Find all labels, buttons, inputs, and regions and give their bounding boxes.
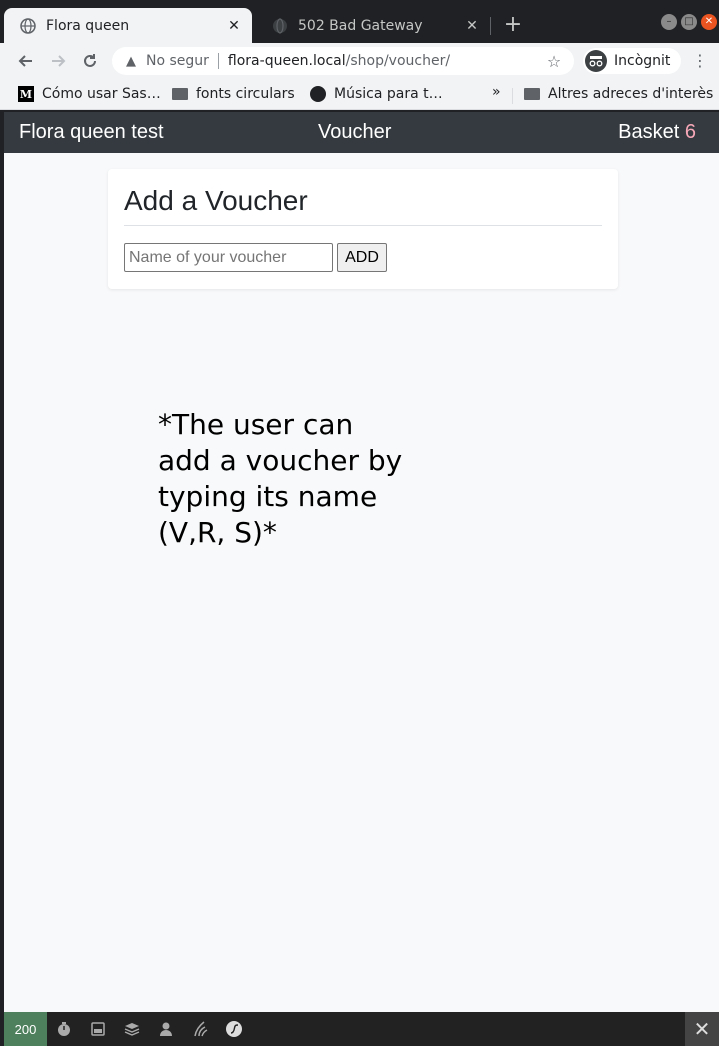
folder-icon xyxy=(172,86,188,102)
tab-flora-queen[interactable]: Flora queen ✕ xyxy=(4,8,252,43)
url-path: /shop/voucher/ xyxy=(345,53,451,69)
twig-icon[interactable] xyxy=(183,1012,217,1046)
profile-label: Incògnit xyxy=(614,53,671,69)
minimize-icon[interactable]: – xyxy=(661,14,677,30)
url-text[interactable]: flora-queen.local/shop/voucher/ xyxy=(228,53,544,69)
page-viewport: Flora queen test Voucher Basket 6 Add a … xyxy=(4,112,719,1012)
other-bookmarks-folder[interactable]: Altres adreces d'interès xyxy=(524,84,713,104)
bookmark-label: Altres adreces d'interès xyxy=(548,86,714,102)
tab-title: Flora queen xyxy=(46,17,130,34)
close-tab-icon[interactable]: ✕ xyxy=(464,18,480,34)
browser-toolbar: ▲ No segur flora-queen.local/shop/vouche… xyxy=(0,43,719,79)
status-code-badge[interactable]: 200 xyxy=(4,1012,47,1046)
close-tab-icon[interactable]: ✕ xyxy=(226,18,242,34)
bookmarks-divider xyxy=(512,88,513,104)
layers-icon[interactable] xyxy=(115,1012,149,1046)
globe-icon xyxy=(20,17,36,34)
divider xyxy=(124,225,602,226)
basket-label: Basket xyxy=(618,121,680,143)
tab-strip: Flora queen ✕ 502 Bad Gateway ✕ + – □ ✕ xyxy=(0,0,719,43)
incognito-icon xyxy=(585,50,607,72)
bookmark-item[interactable]: Música para t… xyxy=(310,84,443,104)
symfony-logo-icon[interactable] xyxy=(217,1012,251,1046)
bookmark-star-icon[interactable]: ☆ xyxy=(544,52,564,71)
security-label[interactable]: No segur xyxy=(146,53,209,69)
user-icon[interactable] xyxy=(149,1012,183,1046)
brand-link[interactable]: Flora queen test xyxy=(19,121,164,144)
close-toolbar-icon[interactable]: ✕ xyxy=(685,1012,719,1046)
annotation-note: *The user can add a voucher by typing it… xyxy=(158,408,403,549)
voucher-name-input[interactable] xyxy=(124,243,333,272)
forward-arrow-icon[interactable] xyxy=(46,49,70,73)
back-arrow-icon[interactable] xyxy=(14,49,38,73)
new-tab-button[interactable]: + xyxy=(502,14,524,36)
page-title[interactable]: Voucher xyxy=(318,121,391,144)
tab-title: 502 Bad Gateway xyxy=(298,17,423,34)
close-window-icon[interactable]: ✕ xyxy=(701,14,717,30)
address-divider xyxy=(217,53,219,69)
more-menu-icon[interactable]: ⋮ xyxy=(692,49,708,73)
bookmarks-overflow-button[interactable]: » xyxy=(492,84,501,100)
memory-icon[interactable] xyxy=(81,1012,115,1046)
address-bar[interactable]: ▲ No segur flora-queen.local/shop/vouche… xyxy=(112,47,574,75)
globe-icon xyxy=(272,17,288,34)
window-controls: – □ ✕ xyxy=(661,14,717,30)
timer-icon[interactable] xyxy=(47,1012,81,1046)
maximize-icon[interactable]: □ xyxy=(681,14,697,30)
reload-icon[interactable] xyxy=(78,49,102,73)
bookmark-label: Música para t… xyxy=(334,86,443,102)
incognito-profile-button[interactable]: Incògnit xyxy=(583,48,681,74)
basket-link[interactable]: Basket 6 xyxy=(618,121,696,144)
bookmark-label: fonts circulars xyxy=(196,86,295,102)
tab-502-bad-gateway[interactable]: 502 Bad Gateway ✕ xyxy=(256,8,490,43)
bookmark-label: Cómo usar Sas… xyxy=(42,86,161,102)
medium-icon: M xyxy=(18,86,34,102)
url-host: flora-queen.local xyxy=(227,53,346,69)
bookmark-folder[interactable]: fonts circulars xyxy=(172,84,295,104)
warning-icon[interactable]: ▲ xyxy=(122,54,140,69)
basket-count: 6 xyxy=(684,121,696,143)
debug-toolbar: 200 ✕ xyxy=(4,1012,719,1046)
folder-icon xyxy=(524,86,540,102)
voucher-card-title: Add a Voucher xyxy=(124,185,308,216)
app-navbar: Flora queen test Voucher Basket 6 xyxy=(4,112,719,153)
bookmarks-bar: M Cómo usar Sas… fonts circulars Música … xyxy=(0,79,719,110)
bookmark-item[interactable]: M Cómo usar Sas… xyxy=(18,84,161,104)
spotify-icon xyxy=(310,86,326,102)
tab-separator xyxy=(490,17,491,35)
add-voucher-button[interactable]: ADD xyxy=(337,243,387,272)
voucher-card: Add a Voucher ADD xyxy=(108,169,618,289)
